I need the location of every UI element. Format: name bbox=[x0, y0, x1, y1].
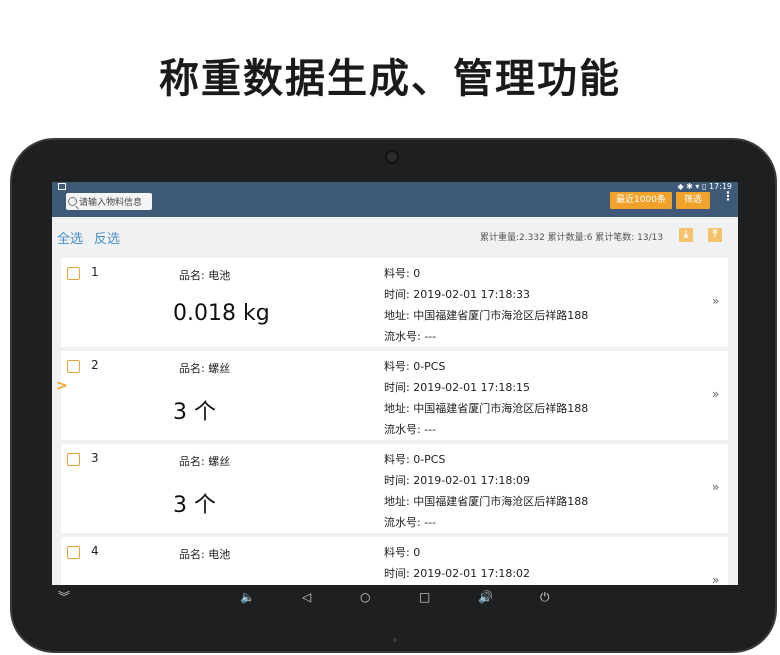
record-detail-chevron-icon[interactable]: » bbox=[712, 480, 719, 494]
filter-button[interactable]: 筛选 bbox=[676, 192, 710, 209]
invert-selection-link[interactable]: 反选 bbox=[94, 228, 120, 247]
record-index: 1 bbox=[91, 265, 99, 279]
search-box[interactable]: 请输入物料信息 bbox=[66, 193, 152, 210]
record-product-name: 品名: 螺丝 bbox=[179, 362, 231, 375]
record-material-no: 料号: 0-PCS bbox=[384, 360, 446, 373]
back-icon[interactable]: ◁ bbox=[302, 590, 311, 604]
record-row[interactable]: 2 品名: 螺丝 3 个 料号: 0-PCS 时间: 2019-02-01 17… bbox=[61, 351, 728, 440]
select-all-link[interactable]: 全选 bbox=[57, 228, 83, 247]
collapse-icon[interactable]: ︾ bbox=[58, 590, 70, 604]
status-icons: ◆ ✱ ▾ ▯ bbox=[677, 182, 707, 191]
record-product-name: 品名: 电池 bbox=[179, 269, 231, 282]
record-value: 3 个 bbox=[173, 400, 216, 425]
record-serial: 流水号: --- bbox=[384, 423, 437, 436]
record-checkbox[interactable] bbox=[67, 267, 80, 280]
record-material-no: 料号: 0 bbox=[384, 267, 421, 280]
record-address: 地址: 中国福建省厦门市海沧区后祥路188 bbox=[384, 495, 589, 508]
record-time: 时间: 2019-02-01 17:18:09 bbox=[384, 474, 531, 487]
volume-up-icon[interactable]: 🔊 bbox=[478, 590, 493, 604]
navigation-bar: ︾ 🔈 ◁ ○ □ 🔊 ⏻ bbox=[52, 585, 738, 611]
status-bar: ◆ ✱ ▾ ▯ 17:19 bbox=[52, 182, 738, 192]
recent-1000-button[interactable]: 最近1000条 bbox=[610, 192, 672, 209]
record-detail-chevron-icon[interactable]: » bbox=[712, 294, 719, 308]
upload-icon[interactable]: ⤒ bbox=[708, 228, 722, 242]
page: 称重数据生成、管理功能 ◆ ✱ ▾ ▯ 17:19 请输入物料信息 最近1000… bbox=[0, 0, 780, 655]
volume-down-icon[interactable]: 🔈 bbox=[240, 590, 255, 604]
record-row[interactable]: 4 品名: 电池 料号: 0 时间: 2019-02-01 17:18:02 » bbox=[61, 537, 728, 585]
record-serial: 流水号: --- bbox=[384, 516, 437, 529]
record-detail-chevron-icon[interactable]: » bbox=[712, 387, 719, 401]
record-value: 3 个 bbox=[173, 493, 216, 518]
screen: ◆ ✱ ▾ ▯ 17:19 请输入物料信息 最近1000条 筛选 ⋮ 全选 反选… bbox=[52, 182, 738, 585]
record-product-name: 品名: 螺丝 bbox=[179, 455, 231, 468]
record-material-no: 料号: 0 bbox=[384, 546, 421, 559]
record-checkbox[interactable] bbox=[67, 546, 80, 559]
record-time: 时间: 2019-02-01 17:18:15 bbox=[384, 381, 531, 394]
headline: 称重数据生成、管理功能 bbox=[159, 56, 621, 102]
summary-stats: 累计重量:2.332 累计数量:6 累计笔数: 13/13 bbox=[480, 233, 664, 243]
power-icon[interactable]: ⏻ bbox=[540, 590, 550, 604]
record-index: 4 bbox=[91, 544, 99, 558]
record-row[interactable]: 3 品名: 螺丝 3 个 料号: 0-PCS 时间: 2019-02-01 17… bbox=[61, 444, 728, 533]
record-address: 地址: 中国福建省厦门市海沧区后祥路188 bbox=[384, 309, 589, 322]
notification-image-icon bbox=[58, 183, 66, 190]
search-input[interactable]: 请输入物料信息 bbox=[79, 195, 142, 208]
record-time: 时间: 2019-02-01 17:18:33 bbox=[384, 288, 531, 301]
sensor-dot bbox=[393, 638, 397, 642]
home-icon[interactable]: ○ bbox=[360, 590, 370, 604]
recents-icon[interactable]: □ bbox=[419, 590, 430, 604]
record-row[interactable]: 1 品名: 电池 0.018 kg 料号: 0 时间: 2019-02-01 1… bbox=[61, 258, 728, 347]
record-product-name: 品名: 电池 bbox=[179, 548, 231, 561]
download-icon[interactable]: ⤓ bbox=[679, 228, 693, 242]
search-icon bbox=[68, 197, 77, 206]
record-index: 3 bbox=[91, 451, 99, 465]
record-checkbox[interactable] bbox=[67, 360, 80, 373]
record-material-no: 料号: 0-PCS bbox=[384, 453, 446, 466]
app-bar: 请输入物料信息 最近1000条 筛选 ⋮ bbox=[52, 190, 738, 217]
record-detail-chevron-icon[interactable]: » bbox=[712, 573, 719, 585]
selection-toolbar: 全选 反选 累计重量:2.332 累计数量:6 累计笔数: 13/13 ⤓ ⤒ bbox=[52, 217, 738, 254]
record-address: 地址: 中国福建省厦门市海沧区后祥路188 bbox=[384, 402, 589, 415]
record-value: 0.018 kg bbox=[173, 301, 270, 326]
record-index: 2 bbox=[91, 358, 99, 372]
side-drawer-handle-icon[interactable]: > bbox=[56, 378, 68, 394]
camera-icon bbox=[385, 150, 399, 164]
record-serial: 流水号: --- bbox=[384, 330, 437, 343]
record-checkbox[interactable] bbox=[67, 453, 80, 466]
more-menu-icon[interactable]: ⋮ bbox=[722, 190, 734, 208]
record-time: 时间: 2019-02-01 17:18:02 bbox=[384, 567, 531, 580]
